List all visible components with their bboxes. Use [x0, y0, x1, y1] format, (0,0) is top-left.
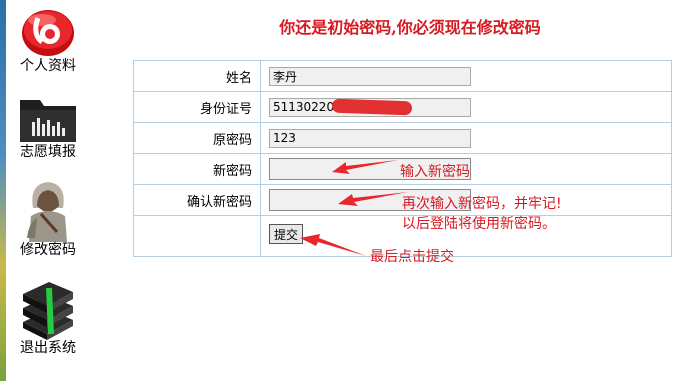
annotation-repeat-new: 再次输入新密码，并牢记! — [402, 196, 562, 212]
arrow-confirm-password — [338, 192, 408, 206]
annotation-click-submit: 最后点击提交 — [370, 249, 454, 265]
annotation-future-login: 以后登陆将使用新密码。 — [402, 216, 556, 232]
arrow-new-password — [332, 160, 398, 174]
annotation-arrows — [300, 160, 408, 256]
annotation-enter-new: 输入新密码 — [400, 164, 470, 180]
arrow-submit — [300, 234, 366, 256]
